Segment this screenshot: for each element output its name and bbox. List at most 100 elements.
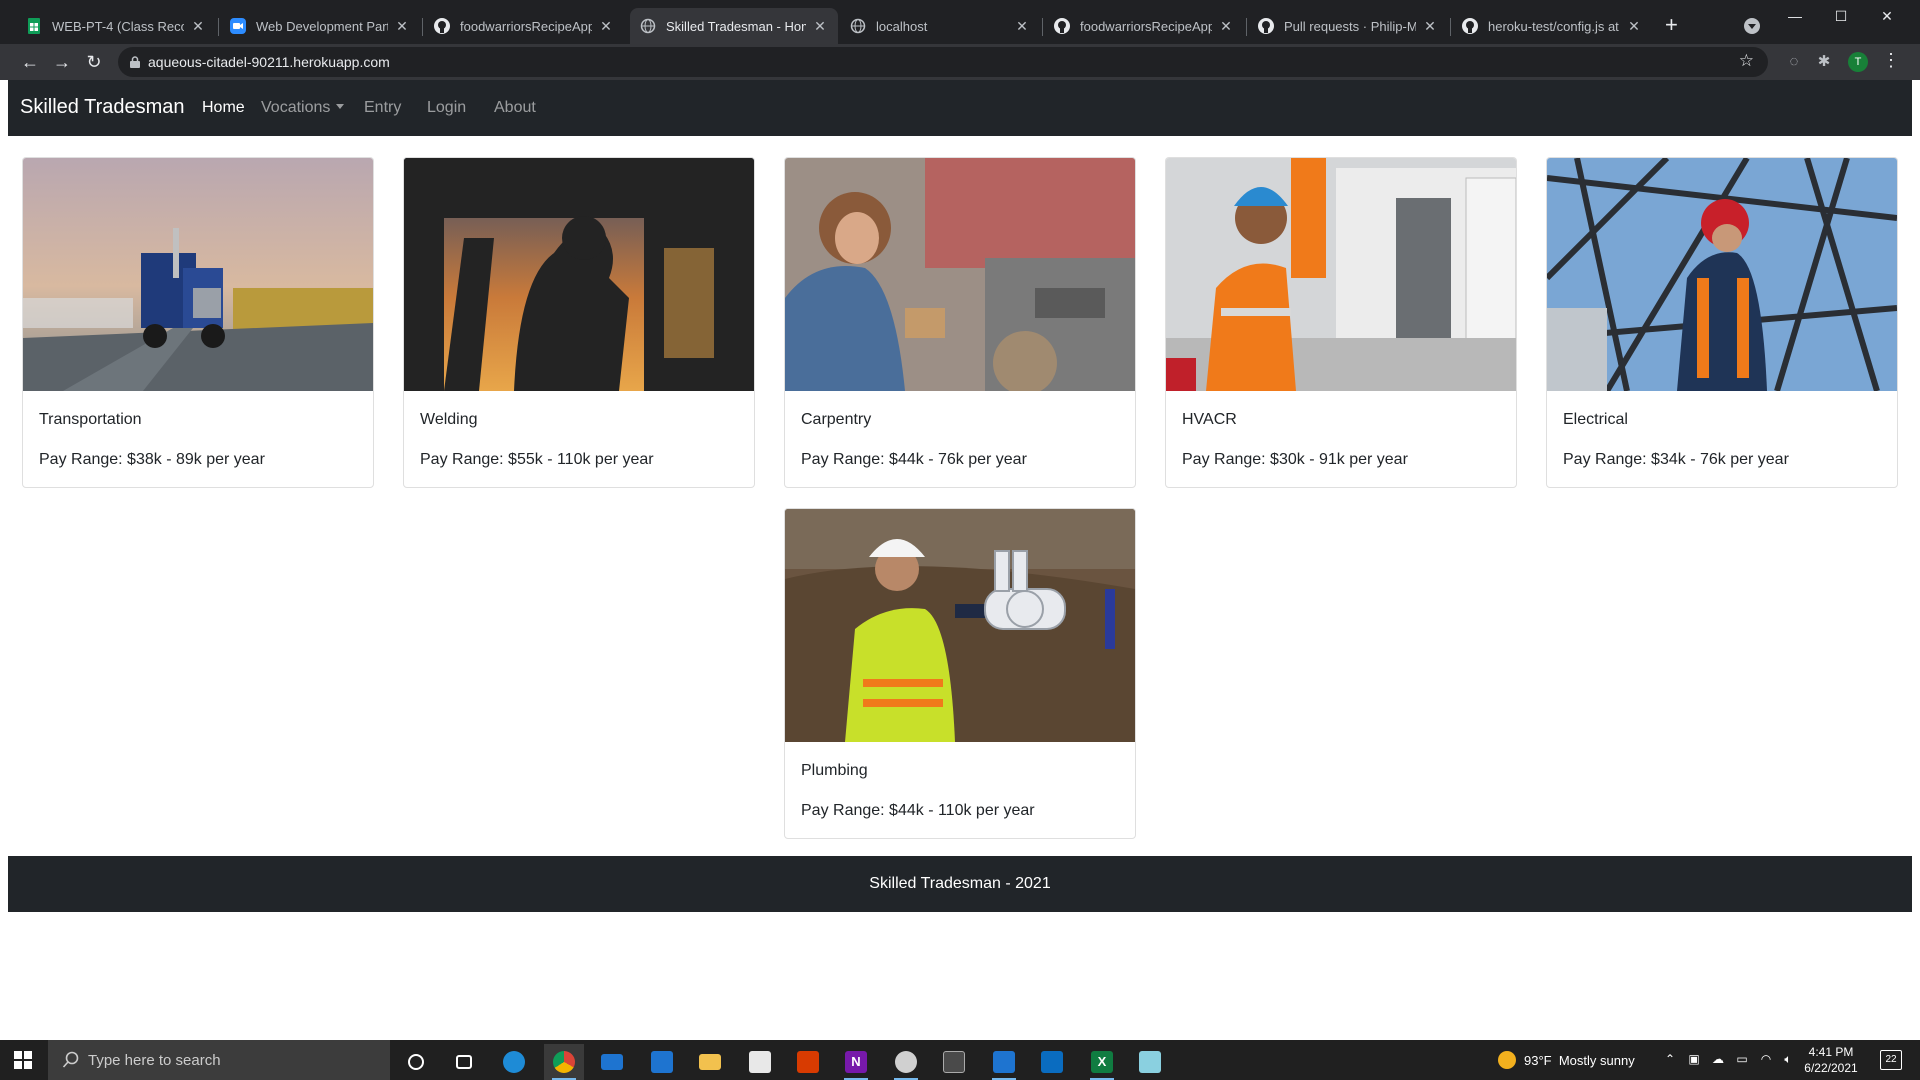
vocation-card-transportation[interactable]: Transportation Pay Range: $38k - 89k per… [22, 157, 374, 488]
tab-close-icon[interactable]: ✕ [1422, 18, 1438, 35]
nav-login[interactable]: Login [427, 99, 466, 117]
tab-close-icon[interactable]: ✕ [394, 18, 410, 35]
vocation-card-plumbing[interactable]: Plumbing Pay Range: $44k - 110k per year [784, 508, 1136, 839]
sun-icon [1498, 1051, 1516, 1069]
tab-title: Skilled Tradesman - Home [666, 18, 806, 34]
new-tab-button[interactable]: + [1665, 14, 1678, 36]
card-title: HVACR [1182, 411, 1237, 428]
hvacr-image [1166, 158, 1516, 391]
tab-skilled-tradesman[interactable]: Skilled Tradesman - Home ✕ [630, 8, 838, 44]
tab-github-readme[interactable]: foodwarriorsRecipeApp/RE ✕ [1044, 8, 1244, 44]
lock-icon [130, 56, 140, 68]
nav-about[interactable]: About [494, 99, 536, 117]
tab-close-icon[interactable]: ✕ [190, 18, 206, 35]
tab-sheets[interactable]: WEB-PT-4 (Class Recording ✕ [16, 8, 216, 44]
chevron-up-icon[interactable]: ⌃ [1662, 1052, 1678, 1066]
tab-heroku-config[interactable]: heroku-test/config.js at m ✕ [1452, 8, 1652, 44]
notification-center-icon[interactable]: 22 [1880, 1050, 1902, 1070]
weather-temp: 93°F [1524, 1052, 1552, 1068]
vocation-card-carpentry[interactable]: Carpentry Pay Range: $44k - 76k per year [784, 157, 1136, 488]
address-bar[interactable]: aqueous-citadel-90211.herokuapp.com ☆ [118, 47, 1768, 77]
nav-entry[interactable]: Entry [364, 99, 401, 117]
store-icon[interactable] [740, 1044, 780, 1080]
more-menu-icon[interactable]: ⋮ [1882, 50, 1900, 71]
calculator-icon[interactable] [934, 1044, 974, 1080]
card-pay-range: Pay Range: $44k - 110k per year [801, 802, 1035, 819]
url-text: aqueous-citadel-90211.herokuapp.com [148, 54, 390, 70]
onenote-icon[interactable]: N [836, 1044, 876, 1080]
reload-icon[interactable]: ↻ [82, 50, 106, 74]
site-brand[interactable]: Skilled Tradesman [20, 96, 185, 119]
file-explorer-icon[interactable] [690, 1044, 730, 1080]
tab-pull-requests[interactable]: Pull requests · Philip-Mann ✕ [1248, 8, 1448, 44]
cortana-icon[interactable] [396, 1044, 436, 1080]
taskbar-clock[interactable]: 4:41 PM 6/22/2021 [1796, 1044, 1866, 1076]
minimize-icon[interactable]: — [1772, 4, 1818, 28]
tab-title: heroku-test/config.js at m [1488, 18, 1620, 34]
github-icon [1054, 18, 1070, 34]
tab-title: Web Development Part Ti [256, 18, 388, 34]
weather-widget[interactable]: 93°F Mostly sunny [1498, 1051, 1635, 1069]
plumbing-image [785, 509, 1135, 742]
tab-close-icon[interactable]: ✕ [1014, 18, 1030, 35]
vscode-icon[interactable] [1032, 1044, 1072, 1080]
battery-icon[interactable]: ▭ [1734, 1052, 1750, 1066]
tab-close-icon[interactable]: ✕ [1626, 18, 1642, 35]
vocation-card-welding[interactable]: Welding Pay Range: $55k - 110k per year [403, 157, 755, 488]
tab-github-recipe[interactable]: foodwarriorsRecipeApp/al ✕ [424, 8, 624, 44]
wifi-icon[interactable]: ◠ [1758, 1052, 1774, 1066]
tab-close-icon[interactable]: ✕ [1218, 18, 1234, 35]
maximize-icon[interactable]: ☐ [1818, 4, 1864, 28]
zoom-icon [230, 18, 246, 34]
nav-vocations[interactable]: Vocations [261, 99, 345, 117]
windows-taskbar: Type here to search N X 93°F Mostly sunn… [0, 1040, 1920, 1080]
tab-zoom[interactable]: Web Development Part Ti ✕ [220, 8, 420, 44]
card-title: Electrical [1563, 411, 1628, 428]
vocation-card-hvacr[interactable]: HVACR Pay Range: $30k - 91k per year [1165, 157, 1517, 488]
taskbar-search-box[interactable]: Type here to search [48, 1040, 390, 1080]
volume-icon[interactable]: 🔈︎ [1780, 1052, 1796, 1067]
windows-start-icon[interactable] [14, 1051, 32, 1069]
meet-now-icon[interactable]: ▣ [1686, 1052, 1702, 1066]
vocation-card-electrical[interactable]: Electrical Pay Range: $34k - 76k per yea… [1546, 157, 1898, 488]
excel-icon[interactable]: X [1082, 1044, 1122, 1080]
nav-home[interactable]: Home [202, 99, 245, 117]
edge-icon[interactable] [494, 1044, 534, 1080]
tab-close-icon[interactable]: ✕ [812, 18, 828, 35]
task-view-icon[interactable] [444, 1044, 484, 1080]
tab-localhost[interactable]: localhost ✕ [840, 8, 1040, 44]
clock-time: 4:41 PM [1808, 1045, 1854, 1059]
app-icon[interactable] [886, 1044, 926, 1080]
mail-icon[interactable] [592, 1044, 632, 1080]
truck-image [23, 158, 373, 391]
globe-icon [640, 18, 656, 34]
carpentry-image [785, 158, 1135, 391]
browser-toolbar: ← → ↻ aqueous-citadel-90211.herokuapp.co… [0, 44, 1920, 80]
onedrive-icon[interactable]: ☁ [1710, 1052, 1726, 1066]
calendar-icon[interactable] [642, 1044, 682, 1080]
bookmark-star-icon[interactable]: ☆ [1739, 51, 1754, 71]
eraser-icon[interactable] [1130, 1044, 1170, 1080]
office-icon[interactable] [788, 1044, 828, 1080]
tab-close-icon[interactable]: ✕ [598, 18, 614, 35]
close-window-icon[interactable]: ✕ [1864, 4, 1910, 28]
card-pay-range: Pay Range: $38k - 89k per year [39, 451, 265, 468]
forward-arrow-icon[interactable]: → [50, 50, 74, 74]
browser-tab-strip: WEB-PT-4 (Class Recording ✕ Web Developm… [0, 0, 1920, 44]
clock-date: 6/22/2021 [1804, 1061, 1858, 1075]
profile-avatar[interactable]: T [1848, 52, 1868, 72]
tab-title: foodwarriorsRecipeApp/RE [1080, 18, 1212, 34]
github-icon [1462, 18, 1478, 34]
tab-title: foodwarriorsRecipeApp/al [460, 18, 592, 34]
desktop-screen: WEB-PT-4 (Class Recording ✕ Web Developm… [0, 0, 1920, 1080]
chrome-icon[interactable] [544, 1044, 584, 1080]
tab-search-icon[interactable] [1744, 18, 1760, 34]
tab-title: Pull requests · Philip-Mann [1284, 18, 1416, 34]
puzzle-icon[interactable]: ✱ [1814, 52, 1834, 72]
extension-icon[interactable]: ◌ [1784, 52, 1804, 72]
site-footer: Skilled Tradesman - 2021 [8, 856, 1912, 912]
media-player-icon[interactable] [984, 1044, 1024, 1080]
card-title: Plumbing [801, 762, 868, 779]
electrical-image [1547, 158, 1897, 391]
back-arrow-icon[interactable]: ← [18, 50, 42, 74]
